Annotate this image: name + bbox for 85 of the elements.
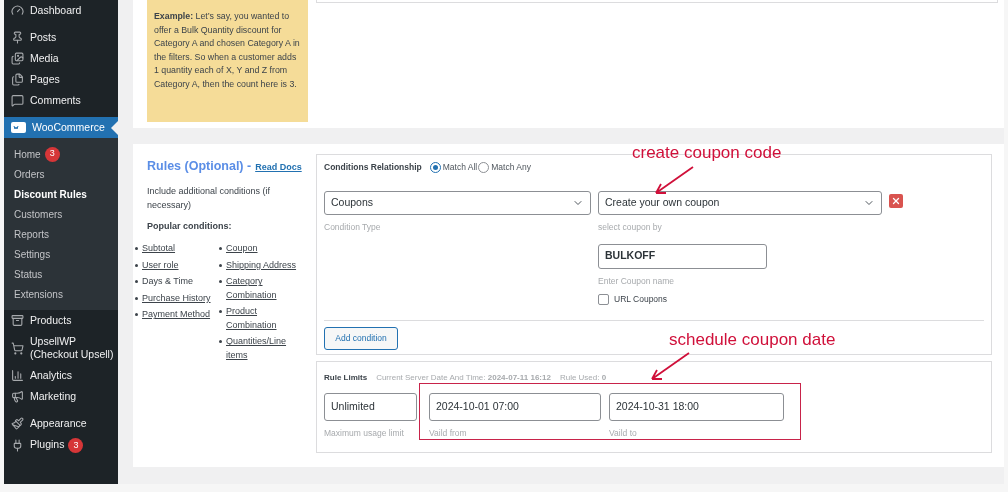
input-field[interactable]: 2024-10-31 18:00 xyxy=(609,393,784,421)
field-hint: Maximum usage limit xyxy=(324,427,405,440)
comment-icon xyxy=(11,94,24,107)
submenu-item[interactable]: Status xyxy=(4,264,118,284)
field-hint: select coupon by xyxy=(598,220,663,234)
field-hint: Condition Type xyxy=(324,220,382,234)
cart-icon xyxy=(11,341,24,355)
sidebar-item[interactable]: Media xyxy=(4,48,118,69)
condition-link[interactable]: Payment Method xyxy=(142,308,211,322)
annotation-arrow xyxy=(649,352,691,382)
remove-condition-button[interactable] xyxy=(889,193,903,208)
section-description: Include additional conditions (if necessary) xyxy=(147,184,272,212)
annotation-arrow xyxy=(653,166,695,196)
bullet-icon xyxy=(135,313,138,317)
field-hint: Vaild from xyxy=(429,427,468,440)
pin-icon xyxy=(11,31,24,44)
sidebar-item[interactable]: Posts xyxy=(4,27,118,48)
annotation-text: create coupon code xyxy=(632,142,782,164)
count-badge: 3 xyxy=(44,146,60,162)
sidebar-item[interactable]: Analytics xyxy=(4,365,118,386)
condition-link[interactable]: Quantities/Line items xyxy=(226,335,309,363)
bullet-icon xyxy=(135,296,138,300)
sidebar-item[interactable]: Products xyxy=(4,310,118,331)
close-icon xyxy=(891,195,901,206)
submenu-item[interactable]: Discount Rules xyxy=(4,184,118,204)
sidebar-item[interactable]: Marketing xyxy=(4,386,118,407)
sidebar-item[interactable]: Appearance xyxy=(4,413,118,434)
field-hint: Vaild to xyxy=(609,427,638,440)
read-docs-link[interactable]: Read Docs xyxy=(255,161,302,175)
rule-used: Rule Used: 0 xyxy=(559,372,607,384)
bullet-icon xyxy=(219,263,222,267)
select-field[interactable]: Create your own coupon xyxy=(598,190,882,215)
submenu-item[interactable]: Reports xyxy=(4,224,118,244)
dashboard-icon xyxy=(11,4,24,17)
relationship-label: Conditions Relationship xyxy=(324,161,422,174)
section-title: Rules (Optional) - xyxy=(147,158,252,175)
sidebar-item[interactable]: Pages xyxy=(4,69,118,90)
woo-icon xyxy=(11,122,26,133)
condition-link[interactable]: Purchase History xyxy=(142,291,211,306)
condition-link[interactable]: User role xyxy=(142,258,179,273)
bullet-icon xyxy=(135,263,138,267)
add-condition-button[interactable]: Add condition xyxy=(324,327,398,350)
rule-limits-label: Rule Limits xyxy=(324,372,368,384)
sidebar-item[interactable]: Comments xyxy=(4,90,118,111)
sidebar-item[interactable]: Dashboard xyxy=(4,0,118,21)
condition-link[interactable]: Subtotal xyxy=(142,242,176,256)
example-note: Example: Let’s say, you wanted to offer a Bulk Quantity discount for Category A and chosen Category A in the filters. So when a customer adds 1 quantity each of X, Y and Z from Category A, then the count here is 3. xyxy=(147,0,308,122)
submenu-item[interactable]: Customers xyxy=(4,204,118,224)
input-field[interactable]: Unlimited xyxy=(324,393,417,421)
condition-link[interactable]: Coupon xyxy=(226,242,258,256)
bullet-icon xyxy=(219,247,222,251)
bullet-icon xyxy=(135,280,138,284)
condition-link[interactable]: Product Combination xyxy=(226,305,309,333)
input-field[interactable]: 2024-10-01 07:00 xyxy=(429,393,601,421)
submenu-item[interactable]: Extensions xyxy=(4,284,118,304)
box-icon xyxy=(11,314,24,327)
server-time: Current Server Date And Time: 2024-07-11 16:12 xyxy=(376,372,551,384)
field-hint: Enter Coupon name xyxy=(598,274,676,288)
popular-heading: Popular conditions: xyxy=(147,219,233,233)
brush-icon xyxy=(11,417,24,430)
count-badge: 3 xyxy=(68,438,84,453)
sidebar-item[interactable]: WooCommerce xyxy=(4,117,118,138)
condition-text: Days & Time xyxy=(142,275,193,289)
bullet-icon xyxy=(219,340,222,344)
plug-icon xyxy=(11,439,24,452)
sidebar-item[interactable]: UpsellWP (Checkout Upsell) xyxy=(4,331,118,365)
bullet-icon xyxy=(219,310,222,314)
bullet-icon xyxy=(219,280,222,284)
submenu-item[interactable]: Orders xyxy=(4,164,118,184)
bullet-icon xyxy=(135,247,138,251)
megaphone-icon xyxy=(11,390,24,403)
condition-link[interactable]: Category Combination xyxy=(226,275,309,303)
submenu-item[interactable]: Settings xyxy=(4,244,118,264)
radio-option[interactable]: Match Any xyxy=(478,161,531,174)
url-coupons-checkbox[interactable]: URL Coupons xyxy=(598,293,882,306)
submenu-item[interactable]: Home 3 xyxy=(4,144,118,164)
select-field[interactable]: Coupons xyxy=(324,190,591,215)
media-icon xyxy=(11,52,24,65)
sidebar-item[interactable]: Plugins 3 xyxy=(4,434,118,457)
pages-icon xyxy=(11,73,24,86)
bar-chart-icon xyxy=(11,369,24,382)
radio-option[interactable]: Match All xyxy=(429,161,478,174)
annotation-text: schedule coupon date xyxy=(669,329,836,351)
condition-link[interactable]: Shipping Address xyxy=(226,258,297,273)
input-field[interactable]: BULKOFF xyxy=(598,243,767,269)
